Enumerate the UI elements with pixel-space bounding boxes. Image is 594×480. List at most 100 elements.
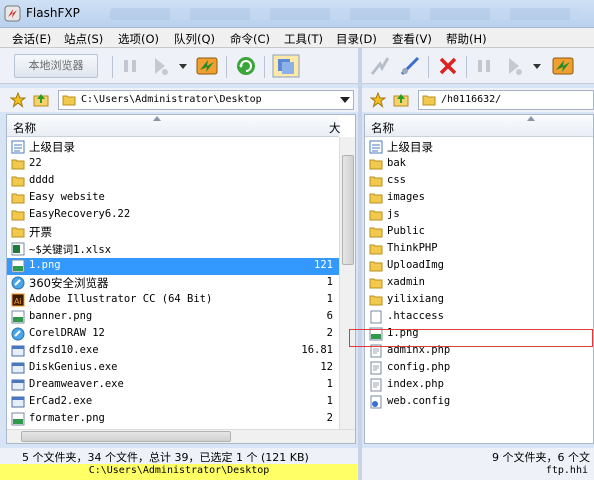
- dropdown-arrow-icon[interactable]: [532, 54, 542, 78]
- file-row[interactable]: index.php: [365, 377, 593, 394]
- folder-icon: [11, 208, 25, 222]
- refresh-icon[interactable]: [234, 54, 258, 78]
- menu-view[interactable]: 查看(V): [392, 31, 432, 47]
- file-row[interactable]: dddd: [7, 173, 339, 190]
- png-file-icon: [11, 310, 25, 324]
- file-row[interactable]: Ai Adobe Illustrator CC (64 Bit) 1: [7, 292, 339, 309]
- connect-icon[interactable]: [368, 54, 392, 78]
- file-row[interactable]: 上级目录: [365, 139, 593, 156]
- dropdown-arrow-icon[interactable]: [178, 54, 188, 78]
- transfer-fxp-icon[interactable]: [550, 54, 576, 78]
- file-row[interactable]: formater.png 2: [7, 411, 339, 428]
- file-size: 1: [326, 293, 333, 305]
- sort-arrow-icon: [153, 116, 161, 121]
- selected-file-row[interactable]: 1.png 121: [7, 258, 339, 275]
- blurred-taskbar: [110, 8, 580, 20]
- vertical-scrollbar[interactable]: [339, 137, 355, 431]
- right-address-bar: /h0116632/: [362, 88, 594, 112]
- svg-text:Ai: Ai: [14, 297, 22, 306]
- menu-site[interactable]: 站点(S): [64, 31, 103, 47]
- local-path-value: C:\Users\Administrator\Desktop: [81, 94, 262, 105]
- file-row[interactable]: DiskGenius.exe 12: [7, 360, 339, 377]
- file-row[interactable]: 22: [7, 156, 339, 173]
- file-row[interactable]: banner.png 6: [7, 309, 339, 326]
- file-row[interactable]: .htaccess: [365, 309, 593, 326]
- folder-icon: [11, 157, 25, 171]
- file-row[interactable]: ErCad2.exe 1: [7, 394, 339, 411]
- file-row[interactable]: css: [365, 173, 593, 190]
- file-row[interactable]: web.config: [365, 394, 593, 411]
- file-row[interactable]: EasyRecovery6.22: [7, 207, 339, 224]
- file-row[interactable]: dfzsd10.exe 16.81: [7, 343, 339, 360]
- local-browser-button[interactable]: 本地浏览器: [14, 54, 98, 78]
- file-row[interactable]: Easy website: [7, 190, 339, 207]
- file-row[interactable]: Dreamweaver.exe 1: [7, 377, 339, 394]
- menu-command[interactable]: 命令(C): [230, 31, 270, 47]
- column-name-header[interactable]: 名称: [13, 120, 36, 136]
- highlight-box: [349, 329, 593, 347]
- file-row[interactable]: Public: [365, 224, 593, 241]
- menu-directory[interactable]: 目录(D): [336, 31, 377, 47]
- pane-splitter[interactable]: [358, 48, 362, 480]
- file-row[interactable]: 上级目录: [7, 139, 339, 156]
- exe-file-icon: [11, 344, 25, 358]
- file-name: xadmin: [387, 276, 425, 288]
- file-row[interactable]: 开票: [7, 224, 339, 241]
- folder-icon: [369, 225, 383, 239]
- file-name: ErCad2.exe: [29, 395, 93, 407]
- title-bar: FlashFXP: [0, 0, 594, 28]
- up-folder-icon[interactable]: [32, 91, 50, 109]
- file-row[interactable]: bak: [365, 156, 593, 173]
- folder-icon: [369, 242, 383, 256]
- transfer-fxp-icon[interactable]: [194, 54, 220, 78]
- folder-icon: [369, 293, 383, 307]
- transfer-queue-icon[interactable]: [150, 54, 172, 78]
- pause-icon[interactable]: [474, 54, 494, 78]
- file-icon: [369, 310, 383, 324]
- column-size-header[interactable]: 大: [329, 120, 341, 136]
- file-row[interactable]: images: [365, 190, 593, 207]
- up-folder-icon: [11, 140, 25, 154]
- remote-status-bar: 9 个文件夹，6 个文: [362, 448, 594, 464]
- file-name: DiskGenius.exe: [29, 361, 118, 373]
- file-row[interactable]: config.php: [365, 360, 593, 377]
- folder-icon: [369, 157, 383, 171]
- file-size: 2: [326, 412, 333, 424]
- menu-help[interactable]: 帮助(H): [446, 31, 487, 47]
- file-row[interactable]: CorelDRAW 12 2: [7, 326, 339, 343]
- pause-icon[interactable]: [120, 54, 140, 78]
- png-file-icon: [11, 259, 25, 273]
- quick-connect-icon[interactable]: [398, 54, 422, 78]
- file-row[interactable]: ThinkPHP: [365, 241, 593, 258]
- star-favorites-icon[interactable]: [370, 92, 386, 108]
- file-row[interactable]: ~$关键词1.xlsx: [7, 241, 339, 258]
- file-row[interactable]: 360安全浏览器 1: [7, 275, 339, 292]
- menu-tools[interactable]: 工具(T): [284, 31, 323, 47]
- dropdown-arrow-icon[interactable]: [340, 97, 350, 103]
- menu-session[interactable]: 会话(E): [12, 31, 51, 47]
- file-name: dddd: [29, 174, 55, 186]
- exe-file-icon: [11, 361, 25, 375]
- menu-options[interactable]: 选项(O): [118, 31, 159, 47]
- remote-path-input[interactable]: /h0116632/: [418, 90, 594, 110]
- file-row[interactable]: js: [365, 207, 593, 224]
- star-favorites-icon[interactable]: [10, 92, 26, 108]
- up-folder-icon[interactable]: [392, 91, 410, 109]
- scrollbar-thumb[interactable]: [342, 155, 354, 265]
- scrollbar-thumb[interactable]: [21, 431, 231, 442]
- file-name: js: [387, 208, 400, 220]
- column-name-header[interactable]: 名称: [371, 120, 394, 136]
- local-path-input[interactable]: C:\Users\Administrator\Desktop: [58, 90, 354, 110]
- flashfxp-logo-icon: [4, 5, 21, 22]
- file-row[interactable]: yilixiang: [365, 292, 593, 309]
- left-toolbar: 本地浏览器: [0, 48, 358, 84]
- menu-queue[interactable]: 队列(Q): [174, 31, 215, 47]
- file-name: formater.png: [29, 412, 105, 424]
- file-name: EasyRecovery6.22: [29, 208, 131, 220]
- transfer-queue-icon[interactable]: [504, 54, 526, 78]
- horizontal-scrollbar[interactable]: [7, 429, 355, 443]
- file-row[interactable]: UploadImg: [365, 258, 593, 275]
- view-mode-icon[interactable]: [272, 54, 300, 78]
- file-row[interactable]: xadmin: [365, 275, 593, 292]
- disconnect-icon[interactable]: [436, 54, 460, 78]
